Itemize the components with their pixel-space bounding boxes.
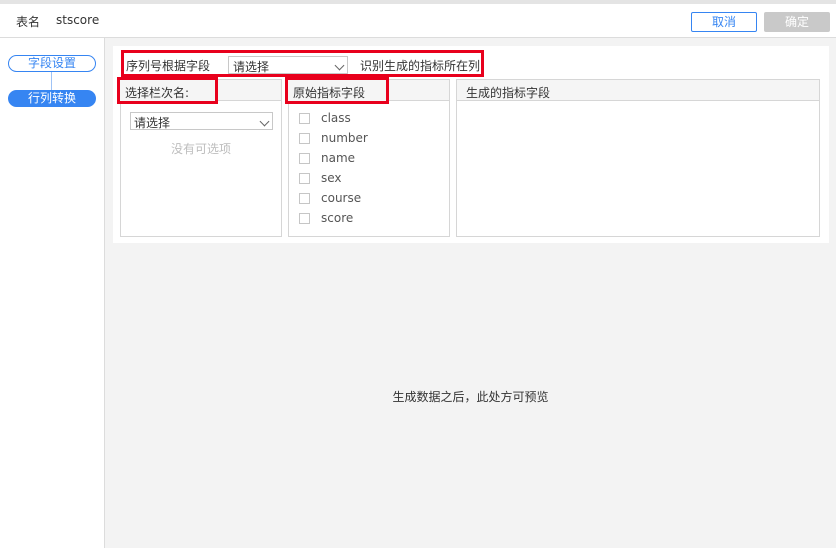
sidebar-item-row-column-transform[interactable]: 行列转换 <box>8 90 96 107</box>
table-name-value: stscore <box>56 13 100 27</box>
chevron-down-icon <box>334 60 345 71</box>
main-area: 序列号根据字段 请选择 识别生成的指标所在列 选择栏次名: 请选择 没有可选项 … <box>105 38 836 548</box>
field-name: course <box>321 191 362 205</box>
sidebar: 字段设置 行列转换 <box>0 38 105 548</box>
source-fields-panel-title: 原始指标字段 <box>293 86 366 100</box>
preview-placeholder-text: 生成数据之后，此处方可预览 <box>392 390 549 404</box>
column-name-panel-title: 选择栏次名: <box>125 86 190 100</box>
confirm-button[interactable]: 确定 <box>764 12 830 32</box>
serial-field-select[interactable]: 请选择 <box>228 56 348 74</box>
source-fields-panel-header: 原始指标字段 <box>285 77 389 104</box>
serial-field-select-value: 请选择 <box>233 60 270 74</box>
table-name-label: 表名 <box>16 15 41 29</box>
checkbox[interactable] <box>299 173 310 184</box>
checkbox[interactable] <box>299 193 310 204</box>
column-name-select-value: 请选择 <box>134 116 171 130</box>
column-name-panel-header: 选择栏次名: <box>117 77 218 104</box>
checkbox[interactable] <box>299 213 310 224</box>
serial-field-hint: 识别生成的指标所在列 <box>360 59 481 73</box>
field-name: number <box>321 131 368 145</box>
field-name: score <box>321 211 354 225</box>
sidebar-connector <box>51 70 52 90</box>
source-fields-panel: 原始指标字段 class number name sex course scor… <box>285 77 450 237</box>
config-card: 序列号根据字段 请选择 识别生成的指标所在列 选择栏次名: 请选择 没有可选项 … <box>113 46 829 243</box>
column-name-select[interactable]: 请选择 <box>130 112 273 130</box>
no-options-text: 没有可选项 <box>170 142 231 156</box>
checkbox[interactable] <box>299 133 310 144</box>
chevron-down-icon <box>259 116 270 127</box>
serial-field-row: 序列号根据字段 请选择 识别生成的指标所在列 <box>121 50 484 77</box>
generated-fields-panel: 生成的指标字段 <box>456 79 820 237</box>
cancel-button[interactable]: 取消 <box>691 12 757 32</box>
field-name: name <box>321 151 356 165</box>
top-bar: 表名 stscore 取消 确定 <box>0 0 836 38</box>
generated-fields-panel-header: 生成的指标字段 <box>457 80 819 101</box>
serial-field-label: 序列号根据字段 <box>126 59 211 73</box>
checkbox[interactable] <box>299 153 310 164</box>
field-name: class <box>321 111 351 125</box>
generated-fields-panel-title: 生成的指标字段 <box>466 86 551 100</box>
field-name: sex <box>321 171 342 185</box>
column-name-panel: 选择栏次名: 请选择 没有可选项 <box>117 77 282 237</box>
checkbox[interactable] <box>299 113 310 124</box>
sidebar-item-field-settings[interactable]: 字段设置 <box>8 55 96 72</box>
